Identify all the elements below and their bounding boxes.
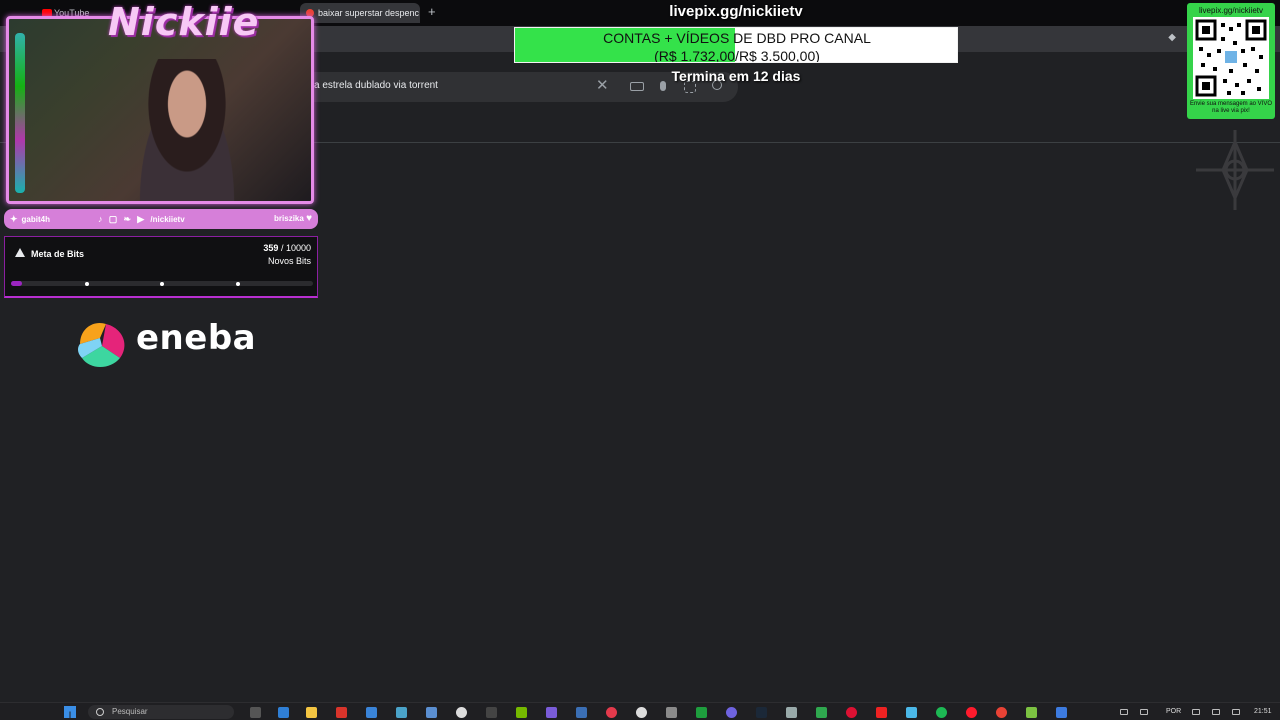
- discord-icon[interactable]: [726, 707, 737, 718]
- crosshair-icon: [1196, 130, 1274, 210]
- bits-goal-count: 359 / 10000: [263, 243, 311, 253]
- app-icon[interactable]: [486, 707, 497, 718]
- task-view-icon[interactable]: [250, 707, 261, 718]
- pin-icon[interactable]: ◆: [1168, 32, 1176, 43]
- app-icon[interactable]: [336, 707, 347, 718]
- tray-chevron-icon[interactable]: [1120, 709, 1128, 715]
- taskbar-search[interactable]: Pesquisar: [88, 705, 234, 719]
- streamer-video: [127, 59, 247, 201]
- qr-panel: livepix.gg/nickiietv Envie sua mensagem …: [1187, 3, 1275, 119]
- spotify-icon[interactable]: [936, 707, 947, 718]
- app-icon[interactable]: [1056, 707, 1067, 718]
- app-icon[interactable]: [426, 707, 437, 718]
- tray-app-icon[interactable]: [1140, 709, 1148, 715]
- pix-goal-bar: CONTAS + VÍDEOS DE DBD PRO CANAL (R$ 1.7…: [514, 27, 958, 63]
- chrome-icon[interactable]: [996, 707, 1007, 718]
- opera-icon[interactable]: [966, 707, 977, 718]
- network-icon[interactable]: [1192, 709, 1200, 715]
- qr-code-icon: [1193, 17, 1269, 99]
- app-icon[interactable]: [1026, 707, 1037, 718]
- tiktok-icon: ♪: [98, 214, 103, 224]
- app-icon[interactable]: [906, 707, 917, 718]
- clock[interactable]: 21:51: [1254, 708, 1272, 715]
- bits-checkpoint-dot: [236, 281, 240, 286]
- app-icon[interactable]: [546, 707, 557, 718]
- bits-icon: [15, 248, 25, 257]
- heart-icon: ♥: [306, 213, 312, 224]
- sponsor-name: eneba: [136, 318, 257, 358]
- pix-url: livepix.gg/nickiietv: [669, 3, 803, 20]
- star-icon: ✦: [10, 214, 18, 224]
- bits-checkpoint-dot: [85, 281, 89, 286]
- pix-goal-ends: Termina em 12 dias: [671, 68, 801, 84]
- app-icon[interactable]: [366, 707, 377, 718]
- socials-left-handle: ✦ gabit4h: [10, 209, 50, 230]
- bits-goal-panel: Meta de Bits 359 / 10000 Novos Bits: [4, 236, 318, 298]
- taskbar-search-placeholder: Pesquisar: [112, 707, 148, 716]
- eneba-icon: [78, 322, 125, 367]
- app-icon[interactable]: [666, 707, 677, 718]
- app-icon[interactable]: [396, 707, 407, 718]
- app-icon[interactable]: [456, 707, 467, 718]
- socials-middle: ♪ ▢ ❧ ▶ /nickiietv: [98, 209, 185, 230]
- qr-url: livepix.gg/nickiietv: [1198, 6, 1264, 15]
- language-indicator[interactable]: POR: [1166, 708, 1181, 715]
- app-icon[interactable]: [278, 707, 289, 718]
- app-icon[interactable]: [816, 707, 827, 718]
- bits-progress-fill: [11, 281, 22, 286]
- sponsor-logo: eneba: [72, 312, 272, 372]
- app-icon[interactable]: [846, 707, 857, 718]
- app-icon[interactable]: [576, 707, 587, 718]
- search-icon: [96, 708, 104, 716]
- bits-goal-subtitle: Novos Bits: [267, 256, 311, 266]
- xbox-icon[interactable]: [696, 707, 707, 718]
- pix-goal-title: CONTAS + VÍDEOS DE DBD PRO CANAL: [603, 30, 871, 46]
- search-input[interactable]: a estrela dublado via torrent: [314, 80, 438, 91]
- bits-goal-title: Meta de Bits: [31, 249, 85, 259]
- led-strip: [15, 33, 25, 193]
- socials-right-handle: briszika ♥: [274, 213, 312, 224]
- app-icon[interactable]: [786, 707, 797, 718]
- qr-message: Envie sua mensagem ao VIVO na live via p…: [1189, 101, 1273, 114]
- app-icon[interactable]: [606, 707, 617, 718]
- new-tab-button[interactable]: +: [428, 4, 436, 20]
- streamer-logo: Nickiie: [108, 0, 260, 44]
- youtube-icon: ▶: [137, 214, 145, 224]
- taskbar: Pesquisar POR 21:51: [0, 702, 1280, 720]
- socials-middle-handle: /nickiietv: [150, 215, 185, 224]
- tab-search-active[interactable]: baixar superstar despenc: [300, 3, 420, 23]
- twitter-icon: ❧: [123, 214, 132, 224]
- app-icon[interactable]: [636, 707, 647, 718]
- nvidia-icon[interactable]: [516, 707, 527, 718]
- tab-label: baixar superstar despenc: [318, 8, 420, 18]
- bits-progress-track: [11, 281, 313, 286]
- app-icon[interactable]: [876, 707, 887, 718]
- webcam-frame: [6, 16, 314, 204]
- file-explorer-icon[interactable]: [306, 707, 317, 718]
- volume-icon[interactable]: [1212, 709, 1220, 715]
- bits-checkpoint-dot: [160, 281, 164, 286]
- steam-icon[interactable]: [756, 707, 767, 718]
- pix-goal-amount: (R$ 1.732,00/R$ 3.500,00): [654, 48, 820, 63]
- instagram-icon: ▢: [108, 214, 118, 224]
- battery-icon[interactable]: [1232, 709, 1240, 715]
- windows-start-icon[interactable]: [64, 706, 76, 718]
- socials-bar: ✦ gabit4h ♪ ▢ ❧ ▶ /nickiietv briszika ♥: [4, 209, 318, 229]
